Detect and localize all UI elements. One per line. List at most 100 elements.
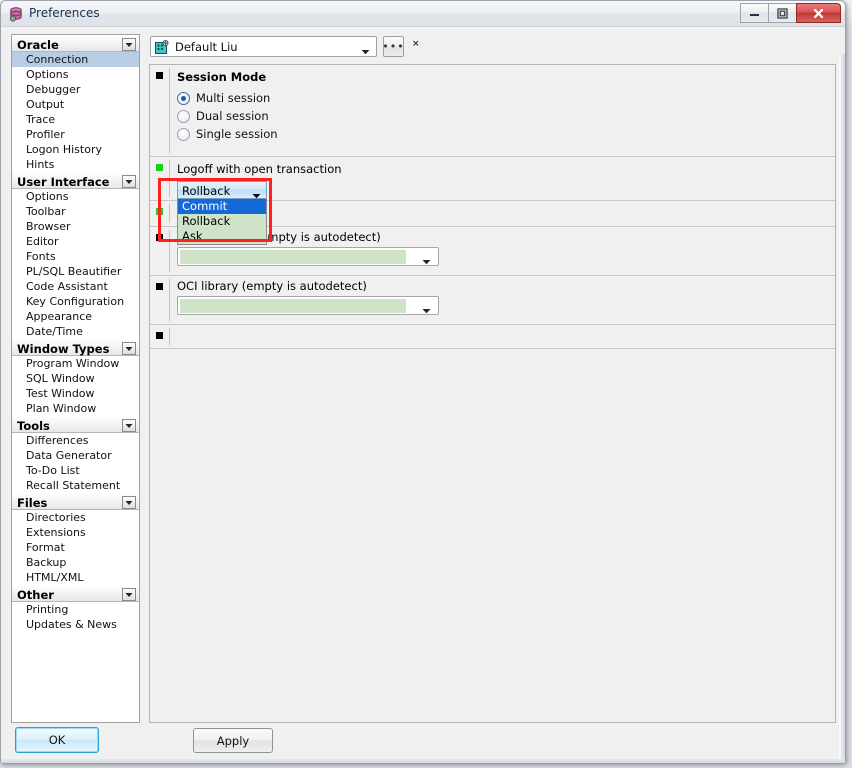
chevron-down-icon[interactable] (361, 45, 370, 58)
profile-delete-icon[interactable]: × (412, 39, 420, 49)
chevron-down-icon[interactable] (122, 588, 136, 601)
oracle-home-label: Oracle Home (empty is autodetect) (177, 230, 381, 244)
sidebar-item-appearance[interactable]: Appearance (12, 309, 139, 324)
window-title: Preferences (29, 6, 100, 20)
sidebar-item-fonts[interactable]: Fonts (12, 249, 139, 264)
sidebar-group-label: Tools (17, 419, 50, 433)
section-marker-icon[interactable] (156, 164, 163, 171)
sidebar-item-key-configuration[interactable]: Key Configuration (12, 294, 139, 309)
sidebar-item-directories[interactable]: Directories (12, 510, 139, 525)
sidebar-item-code-assistant[interactable]: Code Assistant (12, 279, 139, 294)
sidebar-item-profiler[interactable]: Profiler (12, 127, 139, 142)
sidebar-group-label: Window Types (17, 342, 110, 356)
radio-single-session[interactable] (177, 127, 190, 141)
radio-multi-session[interactable] (177, 91, 190, 105)
sidebar-item-toolbar[interactable]: Toolbar (12, 204, 139, 219)
section-empty-row (150, 325, 835, 349)
chevron-down-icon[interactable] (122, 342, 136, 355)
window-bottom-edge (1, 759, 845, 763)
radio-row-multi-session[interactable]: Multi session (177, 89, 835, 107)
radio-label: Multi session (196, 91, 271, 105)
radio-dual-session[interactable] (177, 109, 190, 123)
profile-select[interactable]: Default Liu (150, 36, 377, 57)
sidebar-group-header-oracle[interactable]: Oracle (12, 35, 139, 52)
sidebar-item-editor[interactable]: Editor (12, 234, 139, 249)
preferences-content-pane: Default Liu ••• × Session Mode Multi ses… (147, 34, 836, 723)
oci-library-label: OCI library (empty is autodetect) (177, 279, 367, 293)
chevron-down-icon[interactable] (122, 496, 136, 509)
chevron-down-icon[interactable] (122, 38, 136, 51)
preferences-category-tree[interactable]: Oracle Connection Options Debugger Outpu… (11, 34, 140, 723)
oracle-home-combobox[interactable] (177, 247, 439, 266)
oracle-home-input[interactable] (180, 250, 406, 264)
dropdown-option-ask[interactable]: Ask (178, 229, 266, 244)
profile-browse-button[interactable]: ••• (382, 36, 404, 57)
minimize-button[interactable] (740, 3, 769, 23)
chevron-down-icon[interactable] (252, 189, 261, 202)
radio-row-single-session[interactable]: Single session (177, 125, 835, 143)
sidebar-item-updates-news[interactable]: Updates & News (12, 617, 139, 632)
sidebar-item-test-window[interactable]: Test Window (12, 386, 139, 401)
sidebar-item-date-time[interactable]: Date/Time (12, 324, 139, 339)
sidebar-item-data-generator[interactable]: Data Generator (12, 448, 139, 463)
chevron-down-icon[interactable] (422, 304, 431, 317)
oci-library-combobox[interactable] (177, 296, 439, 315)
section-marker-icon[interactable] (156, 234, 163, 241)
dialog-footer: OK Apply (1, 697, 847, 763)
oci-library-input[interactable] (180, 299, 406, 313)
logoff-combobox-display[interactable]: Rollback (177, 181, 267, 199)
section-marker-icon[interactable] (156, 332, 163, 339)
maximize-button[interactable] (768, 3, 797, 23)
sidebar-item-hints[interactable]: Hints (12, 157, 139, 172)
sidebar-group-header-window-types[interactable]: Window Types (12, 339, 139, 356)
sidebar-item-to-do-list[interactable]: To-Do List (12, 463, 139, 478)
sidebar-item-backup[interactable]: Backup (12, 555, 139, 570)
sidebar-item-printing[interactable]: Printing (12, 602, 139, 617)
section-logoff-transaction: Logoff with open transaction Rollback Co… (150, 157, 835, 245)
sidebar-group-header-tools[interactable]: Tools (12, 416, 139, 433)
sidebar-item-extensions[interactable]: Extensions (12, 525, 139, 540)
sidebar-item-debugger[interactable]: Debugger (12, 82, 139, 97)
sidebar-group-header-user-interface[interactable]: User Interface (12, 172, 139, 189)
apply-button[interactable]: Apply (193, 728, 273, 753)
section-divider (169, 279, 170, 321)
sidebar-item-html-xml[interactable]: HTML/XML (12, 570, 139, 585)
dropdown-option-rollback[interactable]: Rollback (178, 214, 266, 229)
chevron-down-icon[interactable] (122, 419, 136, 432)
sidebar-item-output[interactable]: Output (12, 97, 139, 112)
sidebar-item-sql-window[interactable]: SQL Window (12, 371, 139, 386)
sidebar-item-connection[interactable]: Connection (12, 52, 139, 67)
sidebar-item-plan-window[interactable]: Plan Window (12, 401, 139, 416)
sidebar-item-recall-statement[interactable]: Recall Statement (12, 478, 139, 493)
logoff-dropdown-list[interactable]: Commit Rollback Ask (177, 199, 267, 245)
radio-row-dual-session[interactable]: Dual session (177, 107, 835, 125)
sidebar-group-label: Oracle (17, 38, 59, 52)
chevron-down-icon[interactable] (122, 175, 136, 188)
sidebar-group-header-files[interactable]: Files (12, 493, 139, 510)
sidebar-item-plsql-beautifier[interactable]: PL/SQL Beautifier (12, 264, 139, 279)
preferences-window: Preferences Oracle Connection Options De… (0, 0, 846, 764)
section-oci-library: OCI library (empty is autodetect) (150, 276, 835, 325)
sidebar-group-header-other[interactable]: Other (12, 585, 139, 602)
section-divider (169, 230, 170, 272)
sidebar-group-label: User Interface (17, 175, 110, 189)
section-marker-icon[interactable] (156, 283, 163, 290)
sidebar-item-logon-history[interactable]: Logon History (12, 142, 139, 157)
sidebar-item-format[interactable]: Format (12, 540, 139, 555)
ok-button[interactable]: OK (15, 727, 99, 753)
section-marker-icon[interactable] (156, 72, 163, 79)
session-mode-title: Session Mode (177, 70, 267, 84)
section-marker-icon[interactable] (156, 208, 163, 215)
sidebar-item-differences[interactable]: Differences (12, 433, 139, 448)
sidebar-item-browser[interactable]: Browser (12, 219, 139, 234)
sidebar-item-ui-options[interactable]: Options (12, 189, 139, 204)
section-divider (169, 160, 170, 197)
close-button[interactable] (796, 3, 841, 23)
logoff-label: Logoff with open transaction (177, 162, 342, 176)
sidebar-item-program-window[interactable]: Program Window (12, 356, 139, 371)
logoff-action-combobox[interactable]: Rollback Commit Rollback Ask (177, 181, 267, 245)
sidebar-item-trace[interactable]: Trace (12, 112, 139, 127)
chevron-down-icon[interactable] (422, 255, 431, 268)
sidebar-item-options[interactable]: Options (12, 67, 139, 82)
database-icon (8, 6, 24, 22)
